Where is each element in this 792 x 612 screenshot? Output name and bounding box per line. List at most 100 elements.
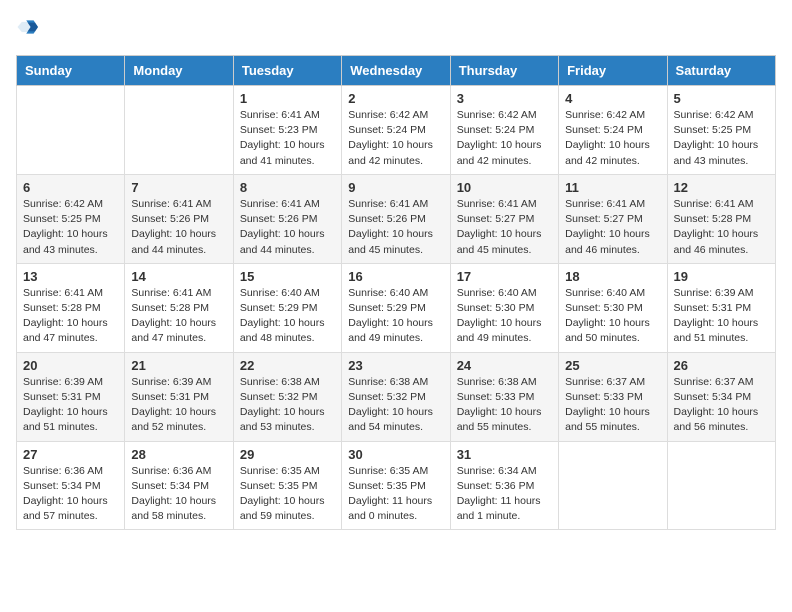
calendar-cell: 11 Sunrise: 6:41 AM Sunset: 5:27 PM Dayli… [559,174,667,263]
col-header-sunday: Sunday [17,56,125,86]
day-number: 29 [240,447,335,462]
calendar-table: SundayMondayTuesdayWednesdayThursdayFrid… [16,55,776,530]
day-info: Sunrise: 6:40 AM Sunset: 5:29 PM Dayligh… [240,286,335,347]
day-number: 19 [674,269,769,284]
calendar-cell: 1 Sunrise: 6:41 AM Sunset: 5:23 PM Daylig… [233,86,341,175]
day-number: 15 [240,269,335,284]
day-info: Sunrise: 6:39 AM Sunset: 5:31 PM Dayligh… [23,375,118,436]
col-header-saturday: Saturday [667,56,775,86]
day-number: 16 [348,269,443,284]
calendar-cell: 9 Sunrise: 6:41 AM Sunset: 5:26 PM Daylig… [342,174,450,263]
calendar-cell: 7 Sunrise: 6:41 AM Sunset: 5:26 PM Daylig… [125,174,233,263]
calendar-cell [667,441,775,530]
day-number: 13 [23,269,118,284]
day-number: 4 [565,91,660,106]
day-info: Sunrise: 6:41 AM Sunset: 5:26 PM Dayligh… [240,197,335,258]
calendar-cell [17,86,125,175]
calendar-cell: 20Sunrise: 6:39 AM Sunset: 5:31 PM Dayli… [17,352,125,441]
day-info: Sunrise: 6:41 AM Sunset: 5:23 PM Dayligh… [240,108,335,169]
day-number: 28 [131,447,226,462]
day-number: 26 [674,358,769,373]
col-header-tuesday: Tuesday [233,56,341,86]
calendar-cell: 22 Sunrise: 6:38 AM Sunset: 5:32 PM Dayli… [233,352,341,441]
calendar-week-row: 6 Sunrise: 6:42 AM Sunset: 5:25 PM Daylig… [17,174,776,263]
day-number: 14 [131,269,226,284]
day-info: Sunrise: 6:41 AM Sunset: 5:28 PM Dayligh… [131,286,226,347]
day-info: Sunrise: 6:42 AM Sunset: 5:25 PM Dayligh… [674,108,769,169]
calendar-cell: 15 Sunrise: 6:40 AM Sunset: 5:29 PM Dayli… [233,263,341,352]
day-number: 27 [23,447,118,462]
calendar-cell: 27Sunrise: 6:36 AM Sunset: 5:34 PM Dayli… [17,441,125,530]
calendar-cell: 16 Sunrise: 6:40 AM Sunset: 5:29 PM Dayli… [342,263,450,352]
col-header-friday: Friday [559,56,667,86]
calendar-cell: 17Sunrise: 6:40 AM Sunset: 5:30 PM Dayli… [450,263,558,352]
day-number: 3 [457,91,552,106]
calendar-cell: 31 Sunrise: 6:34 AM Sunset: 5:36 PM Dayli… [450,441,558,530]
day-info: Sunrise: 6:39 AM Sunset: 5:31 PM Dayligh… [674,286,769,347]
calendar-cell: 25Sunrise: 6:37 AM Sunset: 5:33 PM Dayli… [559,352,667,441]
day-number: 6 [23,180,118,195]
day-info: Sunrise: 6:34 AM Sunset: 5:36 PM Dayligh… [457,464,552,525]
day-info: Sunrise: 6:35 AM Sunset: 5:35 PM Dayligh… [240,464,335,525]
day-number: 17 [457,269,552,284]
logo [16,16,42,45]
col-header-thursday: Thursday [450,56,558,86]
day-number: 11 [565,180,660,195]
day-number: 22 [240,358,335,373]
calendar-cell: 4 Sunrise: 6:42 AM Sunset: 5:24 PM Daylig… [559,86,667,175]
day-number: 23 [348,358,443,373]
day-info: Sunrise: 6:41 AM Sunset: 5:26 PM Dayligh… [348,197,443,258]
day-number: 1 [240,91,335,106]
day-info: Sunrise: 6:41 AM Sunset: 5:27 PM Dayligh… [565,197,660,258]
day-info: Sunrise: 6:41 AM Sunset: 5:28 PM Dayligh… [23,286,118,347]
calendar-cell: 13 Sunrise: 6:41 AM Sunset: 5:28 PM Dayli… [17,263,125,352]
day-info: Sunrise: 6:38 AM Sunset: 5:33 PM Dayligh… [457,375,552,436]
calendar-cell: 23 Sunrise: 6:38 AM Sunset: 5:32 PM Dayli… [342,352,450,441]
calendar-week-row: 27 Sunrise: 6:36 AM Sunset: 5:34 PM Dayli… [17,441,776,530]
day-number: 21 [131,358,226,373]
day-info: Sunrise: 6:36 AM Sunset: 5:34 PM Dayligh… [131,464,226,525]
day-info: Sunrise: 6:41 AM Sunset: 5:28 PM Dayligh… [674,197,769,258]
day-number: 10 [457,180,552,195]
calendar-cell [559,441,667,530]
day-number: 24 [457,358,552,373]
calendar-cell: 10 Sunrise: 6:41 AM Sunset: 5:27 PM Dayli… [450,174,558,263]
day-info: Sunrise: 6:41 AM Sunset: 5:26 PM Dayligh… [131,197,226,258]
day-info: Sunrise: 6:40 AM Sunset: 5:29 PM Dayligh… [348,286,443,347]
day-number: 31 [457,447,552,462]
calendar-cell: 12 Sunrise: 6:41 AM Sunset: 5:28 PM Dayli… [667,174,775,263]
logo-icon [16,16,38,38]
day-info: Sunrise: 6:35 AM Sunset: 5:35 PM Dayligh… [348,464,443,525]
day-number: 25 [565,358,660,373]
day-info: Sunrise: 6:42 AM Sunset: 5:25 PM Dayligh… [23,197,118,258]
day-info: Sunrise: 6:41 AM Sunset: 5:27 PM Dayligh… [457,197,552,258]
calendar-week-row: 13 Sunrise: 6:41 AM Sunset: 5:28 PM Dayli… [17,263,776,352]
day-info: Sunrise: 6:39 AM Sunset: 5:31 PM Dayligh… [131,375,226,436]
day-number: 7 [131,180,226,195]
day-info: Sunrise: 6:37 AM Sunset: 5:34 PM Dayligh… [674,375,769,436]
calendar-cell: 24 Sunrise: 6:38 AM Sunset: 5:33 PM Dayli… [450,352,558,441]
calendar-cell: 19 Sunrise: 6:39 AM Sunset: 5:31 PM Dayli… [667,263,775,352]
day-info: Sunrise: 6:42 AM Sunset: 5:24 PM Dayligh… [457,108,552,169]
day-info: Sunrise: 6:40 AM Sunset: 5:30 PM Dayligh… [565,286,660,347]
day-number: 18 [565,269,660,284]
col-header-monday: Monday [125,56,233,86]
day-number: 30 [348,447,443,462]
day-info: Sunrise: 6:38 AM Sunset: 5:32 PM Dayligh… [348,375,443,436]
day-info: Sunrise: 6:38 AM Sunset: 5:32 PM Dayligh… [240,375,335,436]
day-number: 9 [348,180,443,195]
calendar-cell: 8 Sunrise: 6:41 AM Sunset: 5:26 PM Daylig… [233,174,341,263]
calendar-cell: 18 Sunrise: 6:40 AM Sunset: 5:30 PM Dayli… [559,263,667,352]
calendar-cell: 21 Sunrise: 6:39 AM Sunset: 5:31 PM Dayli… [125,352,233,441]
day-number: 5 [674,91,769,106]
calendar-week-row: 1 Sunrise: 6:41 AM Sunset: 5:23 PM Daylig… [17,86,776,175]
day-number: 12 [674,180,769,195]
calendar-cell: 2Sunrise: 6:42 AM Sunset: 5:24 PM Daylig… [342,86,450,175]
calendar-cell: 28 Sunrise: 6:36 AM Sunset: 5:34 PM Dayli… [125,441,233,530]
calendar-header-row: SundayMondayTuesdayWednesdayThursdayFrid… [17,56,776,86]
day-info: Sunrise: 6:42 AM Sunset: 5:24 PM Dayligh… [348,108,443,169]
day-number: 8 [240,180,335,195]
calendar-cell: 14 Sunrise: 6:41 AM Sunset: 5:28 PM Dayli… [125,263,233,352]
calendar-cell [125,86,233,175]
day-info: Sunrise: 6:42 AM Sunset: 5:24 PM Dayligh… [565,108,660,169]
